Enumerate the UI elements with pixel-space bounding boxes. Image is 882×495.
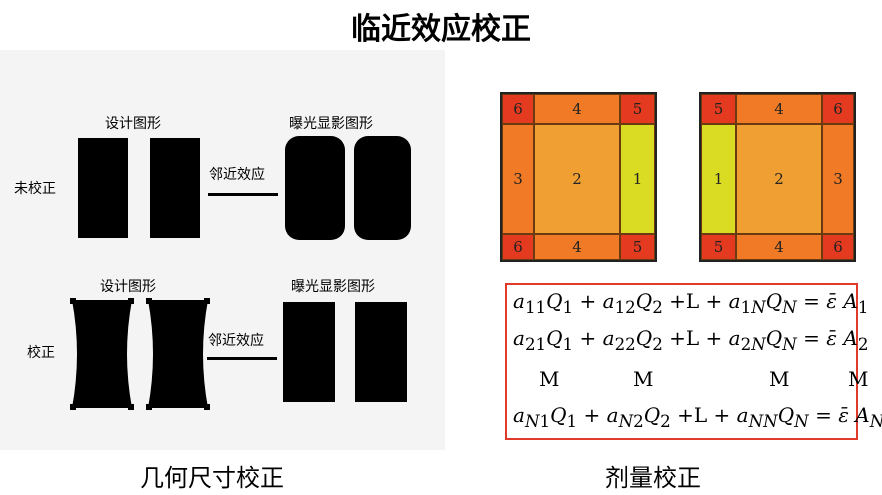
dose-cell: 4 (736, 94, 822, 124)
process-arrow-top (208, 193, 278, 196)
dose-cell: 6 (822, 94, 854, 124)
process-arrow-bottom (207, 357, 277, 360)
equation-row-n: aN1Q1 + aN2Q2 +L + aNNQN = ε̄ AN (513, 403, 882, 431)
dose-cell: 1 (620, 124, 655, 234)
dose-cell: 5 (701, 94, 736, 124)
exposed-bar-right-top (354, 136, 411, 240)
proximity-effect-label-top: 邻近效应 (209, 167, 265, 183)
ellipsis-m-2: M (633, 367, 654, 391)
dose-cell: 5 (620, 94, 655, 124)
dose-cell: 2 (736, 124, 822, 234)
dose-correction-caption: 剂量校正 (605, 464, 701, 492)
dose-cell: 5 (620, 234, 655, 260)
dose-equation-box: a11Q1 + a12Q2 +L + a1NQN = ε̄ A1 a21Q1 +… (505, 283, 882, 440)
design-bar-left-bottom (72, 300, 132, 408)
dose-cell: 3 (502, 124, 534, 234)
dose-cell: 5 (701, 234, 736, 260)
dose-cell: 6 (502, 234, 534, 260)
dose-grid-left: 6 4 5 3 2 1 6 4 5 (500, 92, 657, 262)
dose-grid-right: 5 4 6 1 2 3 5 4 6 (699, 92, 856, 262)
dose-cell: 4 (534, 234, 620, 260)
design-pattern-label-bottom: 设计图形 (100, 279, 156, 295)
design-bar-right-bottom (148, 300, 208, 408)
exposed-bar-left-bottom (283, 302, 335, 402)
dose-cell: 6 (502, 94, 534, 124)
corrected-design-pattern (70, 298, 210, 410)
geometry-correction-caption: 几何尺寸校正 (140, 464, 284, 492)
dose-cell: 2 (534, 124, 620, 234)
corrected-row-label: 校正 (27, 345, 55, 361)
proximity-effect-label-bottom: 邻近效应 (208, 333, 264, 349)
design-bar-left-top (78, 138, 128, 238)
ellipsis-m-3: M (769, 367, 790, 391)
page-title: 临近效应校正 (351, 12, 531, 47)
design-bar-right-top (150, 138, 200, 238)
dose-cell: 1 (701, 124, 736, 234)
dose-cell: 4 (736, 234, 822, 260)
exposure-pattern-label-top: 曝光显影图形 (289, 116, 373, 132)
uncorrected-row-label: 未校正 (14, 181, 56, 197)
equation-row-1: a11Q1 + a12Q2 +L + a1NQN = ε̄ A1 (513, 289, 869, 317)
dose-cell: 6 (822, 234, 854, 260)
ellipsis-m-1: M (539, 367, 560, 391)
dose-cell: 4 (534, 94, 620, 124)
exposed-bar-right-bottom (355, 302, 407, 402)
exposure-pattern-label-bottom: 曝光显影图形 (291, 279, 375, 295)
design-pattern-label-top: 设计图形 (105, 116, 161, 132)
equation-row-2: a21Q1 + a22Q2 +L + a2NQN = ε̄ A2 (513, 326, 869, 354)
dose-cell: 3 (822, 124, 854, 234)
ellipsis-m-4: M (848, 367, 869, 391)
exposed-bar-left-top (285, 136, 345, 240)
